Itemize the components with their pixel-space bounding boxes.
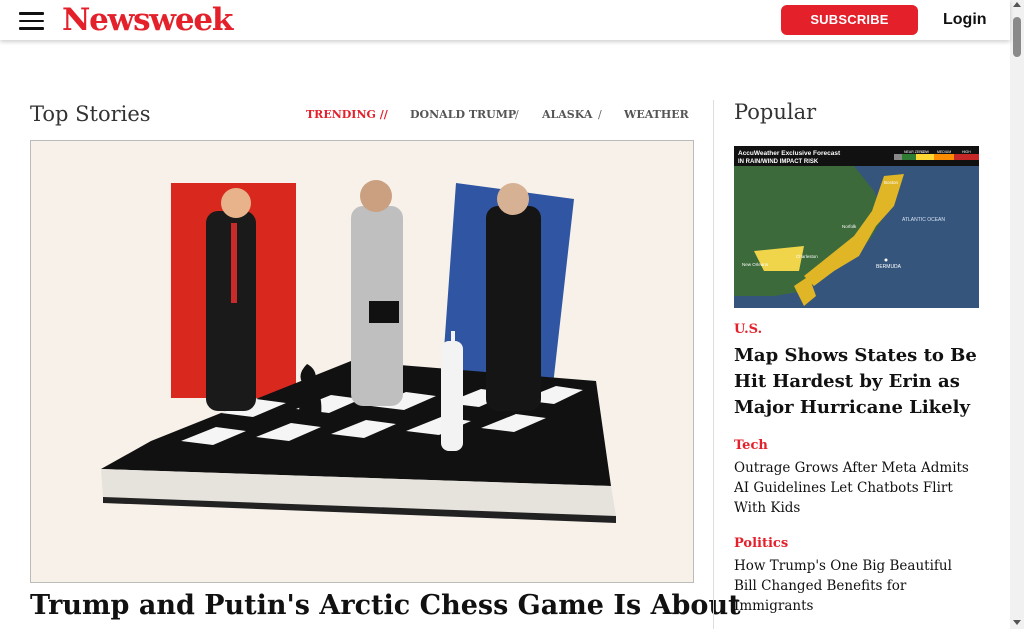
map-label-boston: Boston xyxy=(884,180,899,185)
map-legend-medium: MEDIUM xyxy=(937,150,951,154)
login-link[interactable]: Login xyxy=(943,10,987,30)
menu-icon[interactable] xyxy=(19,12,44,30)
map-legend-low: LOW xyxy=(921,150,930,154)
hero-image[interactable] xyxy=(30,140,694,583)
trending-separator: / xyxy=(598,108,602,121)
hero-illustration xyxy=(31,141,693,582)
category-tech[interactable]: Tech xyxy=(734,438,768,453)
top-stories-title: Top Stories xyxy=(30,102,151,126)
map-label-norfolk: Norfolk xyxy=(842,224,857,229)
trending-link-weather[interactable]: WEATHER xyxy=(624,108,689,122)
column-divider xyxy=(713,100,714,629)
map-subtitle: IN RAIN/WIND IMPACT RISK xyxy=(738,159,819,165)
popular-title: Popular xyxy=(734,100,817,124)
top-story-headline[interactable]: Trump and Putin's Arctic Chess Game Is A… xyxy=(30,586,741,626)
trending-separator: / xyxy=(515,108,519,121)
popular-headline-3[interactable]: How Trump's One Big Beautiful Bill Chang… xyxy=(734,556,979,616)
scroll-up-icon[interactable] xyxy=(1013,2,1021,7)
scroll-thumb[interactable] xyxy=(1013,17,1021,57)
map-label-new-orleans: New Orleans xyxy=(742,262,769,267)
category-us[interactable]: U.S. xyxy=(734,322,762,337)
popular-headline-2[interactable]: Outrage Grows After Meta Admits AI Guide… xyxy=(734,458,979,518)
map-label-charleston: Charleston xyxy=(796,254,818,259)
trending-link-donald-trump[interactable]: DONALD TRUMP xyxy=(410,108,516,122)
site-header: Newsweek SUBSCRIBE Login xyxy=(0,0,1010,40)
map-label-atlantic: ATLANTIC OCEAN xyxy=(902,217,945,223)
trending-label: TRENDING // xyxy=(306,108,388,121)
weather-map: AccuWeather Exclusive Forecast IN RAIN/W… xyxy=(734,146,979,308)
map-banner: AccuWeather Exclusive Forecast xyxy=(738,150,841,157)
site-logo[interactable]: Newsweek xyxy=(62,1,233,39)
hurricane-map-image[interactable]: AccuWeather Exclusive Forecast IN RAIN/W… xyxy=(734,146,979,308)
subscribe-button[interactable]: SUBSCRIBE xyxy=(781,5,918,35)
scroll-down-icon[interactable] xyxy=(1013,620,1021,625)
page-scrollbar[interactable] xyxy=(1010,0,1024,629)
map-legend-high: HIGH xyxy=(962,150,971,154)
popular-headline-1[interactable]: Map Shows States to Be Hit Hardest by Er… xyxy=(734,343,979,421)
trending-link-alaska[interactable]: ALASKA xyxy=(542,108,592,122)
category-politics[interactable]: Politics xyxy=(734,536,788,551)
map-label-bermuda: BERMUDA xyxy=(876,264,902,270)
